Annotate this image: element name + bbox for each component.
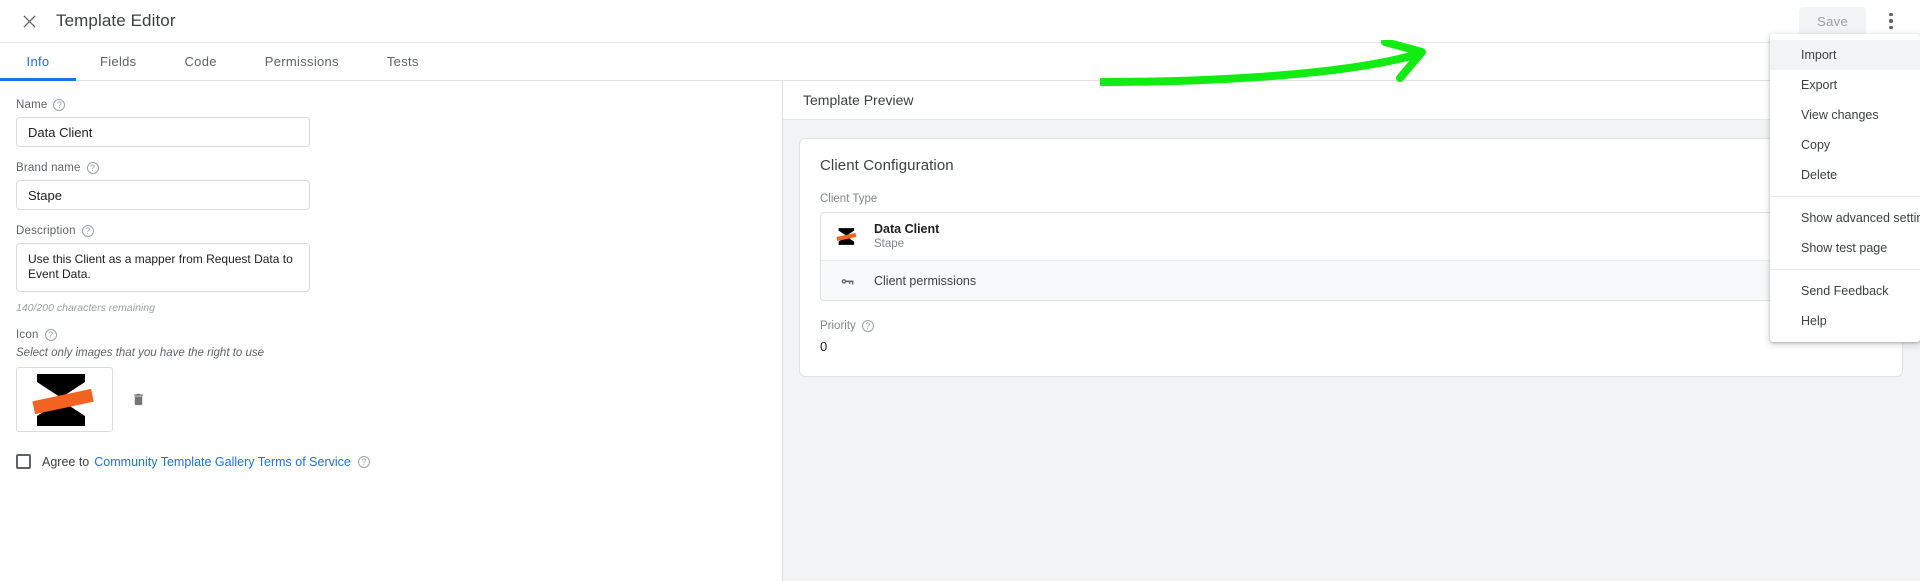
option-title: Client permissions [874, 273, 977, 288]
character-counter: 140/200 characters remaining [16, 302, 155, 314]
menu-item-view-changes[interactable]: View changes [1770, 100, 1920, 130]
menu-item-copy[interactable]: Copy [1770, 130, 1920, 160]
save-button[interactable]: Save [1799, 6, 1866, 36]
icon-upload-row [16, 367, 782, 432]
help-circle-icon[interactable]: ? [53, 99, 66, 111]
help-circle-icon[interactable]: ? [861, 320, 874, 332]
help-circle-icon[interactable]: ? [81, 225, 94, 237]
terms-checkbox[interactable] [16, 454, 31, 469]
app-header: Template Editor Save Import Export View … [0, 0, 1920, 342]
brand-name-input[interactable] [16, 180, 310, 210]
key-icon [835, 272, 859, 289]
terms-agreement-row: Agree to Community Template Gallery Term… [16, 454, 782, 469]
overflow-menu[interactable]: Import Export View changes Copy Delete S… [1770, 34, 1920, 342]
page-title: Template Editor [56, 11, 176, 30]
priority-value: 0 [820, 339, 828, 354]
card-title: Client Configuration [820, 157, 954, 174]
name-label: Name ? [16, 99, 782, 111]
tab-tests[interactable]: Tests [363, 43, 443, 80]
terms-of-service-link[interactable]: Community Template Gallery Terms of Serv… [94, 455, 351, 469]
option-subtitle: Stape [874, 238, 905, 250]
info-form-pane: Name ? Brand name ? Description ? 140/20… [0, 81, 783, 581]
help-circle-icon[interactable]: ? [44, 329, 57, 341]
icon-label: Icon ? [16, 329, 782, 341]
help-circle-icon[interactable]: ? [86, 162, 99, 174]
brand-name-label: Brand name ? [16, 162, 782, 174]
priority-block: Priority ? 0 [820, 320, 1882, 354]
icon-label-text: Icon [16, 329, 39, 341]
icon-hint: Select only images that you have the rig… [16, 347, 265, 359]
tab-bar: Info Fields Code Permissions Tests [0, 42, 1920, 81]
client-type-label: Client Type [820, 193, 878, 205]
menu-item-show-advanced-settings[interactable]: Show advanced settings [1770, 203, 1920, 233]
description-label-text: Description [16, 225, 76, 237]
menu-item-import[interactable]: Import [1770, 40, 1920, 70]
help-circle-icon[interactable]: ? [357, 455, 370, 468]
preview-title: Template Preview [783, 81, 1920, 120]
tab-code[interactable]: Code [160, 43, 240, 80]
option-title: Data Client [874, 222, 940, 236]
menu-item-delete[interactable]: Delete [1770, 160, 1920, 190]
brand-name-label-text: Brand name [16, 162, 81, 174]
list-item-text: Data Client Stape [874, 222, 939, 251]
stape-logo-icon[interactable] [16, 367, 113, 432]
terms-prefix: Agree to [42, 454, 90, 469]
tab-fields[interactable]: Fields [76, 43, 160, 80]
name-label-text: Name [16, 99, 48, 111]
stape-logo-icon [835, 226, 859, 247]
menu-separator [1770, 269, 1920, 270]
description-field-group: Description ? 140/200 characters remaini… [16, 225, 782, 314]
editor-body: Name ? Brand name ? Description ? 140/20… [0, 81, 1920, 581]
icon-field-group: Icon ? Select only images that you have … [16, 329, 782, 432]
client-type-list: Data Client Stape Client permissions [820, 212, 1882, 301]
tab-info[interactable]: Info [0, 43, 76, 81]
tab-permissions[interactable]: Permissions [241, 43, 363, 80]
menu-item-show-test-page[interactable]: Show test page [1770, 233, 1920, 263]
menu-item-export[interactable]: Export [1770, 70, 1920, 100]
menu-item-help[interactable]: Help [1770, 306, 1920, 336]
description-label: Description ? [16, 225, 782, 237]
name-field-group: Name ? [16, 99, 782, 147]
description-textarea[interactable] [16, 243, 310, 292]
priority-label-text: Priority [820, 320, 856, 332]
client-configuration-card: Client Configuration Client Type Data Cl… [799, 138, 1903, 377]
more-vert-icon[interactable] [1876, 6, 1906, 36]
menu-item-send-feedback[interactable]: Send Feedback [1770, 276, 1920, 306]
close-icon[interactable] [16, 8, 42, 34]
list-item[interactable]: Client permissions [821, 260, 1881, 300]
priority-label: Priority ? [820, 320, 1882, 332]
brand-name-field-group: Brand name ? [16, 162, 782, 210]
name-input[interactable] [16, 117, 310, 147]
list-item[interactable]: Data Client Stape [821, 213, 1881, 260]
menu-separator [1770, 196, 1920, 197]
trash-icon[interactable] [127, 389, 149, 411]
preview-canvas: Client Configuration Client Type Data Cl… [783, 120, 1920, 581]
template-preview-pane: Template Preview Client Configuration Cl… [783, 81, 1920, 581]
